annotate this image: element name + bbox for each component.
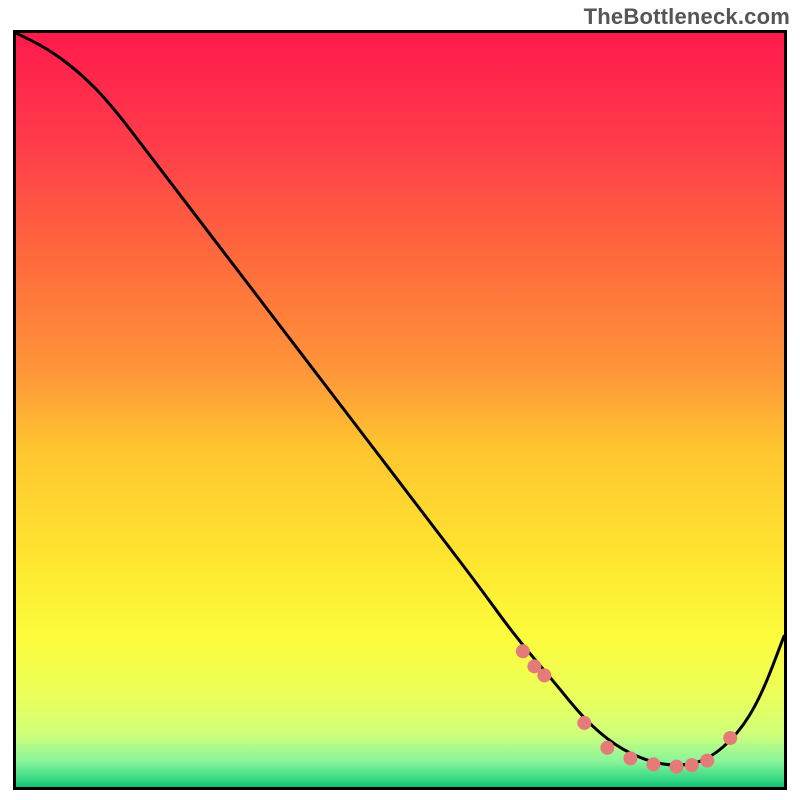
gradient-background — [16, 33, 784, 787]
highlight-marker — [516, 644, 530, 658]
highlight-marker — [646, 757, 660, 771]
highlight-marker — [685, 758, 699, 772]
watermark-text: TheBottleneck.com — [584, 4, 790, 30]
chart-svg — [16, 33, 784, 787]
highlight-marker — [700, 754, 714, 768]
highlight-marker — [669, 760, 683, 774]
chart-plot-area — [13, 30, 787, 790]
root-container: TheBottleneck.com — [0, 0, 800, 800]
highlight-marker — [577, 716, 591, 730]
highlight-marker — [623, 751, 637, 765]
highlight-marker — [600, 741, 614, 755]
highlight-marker — [723, 731, 737, 745]
highlight-marker — [537, 668, 551, 682]
